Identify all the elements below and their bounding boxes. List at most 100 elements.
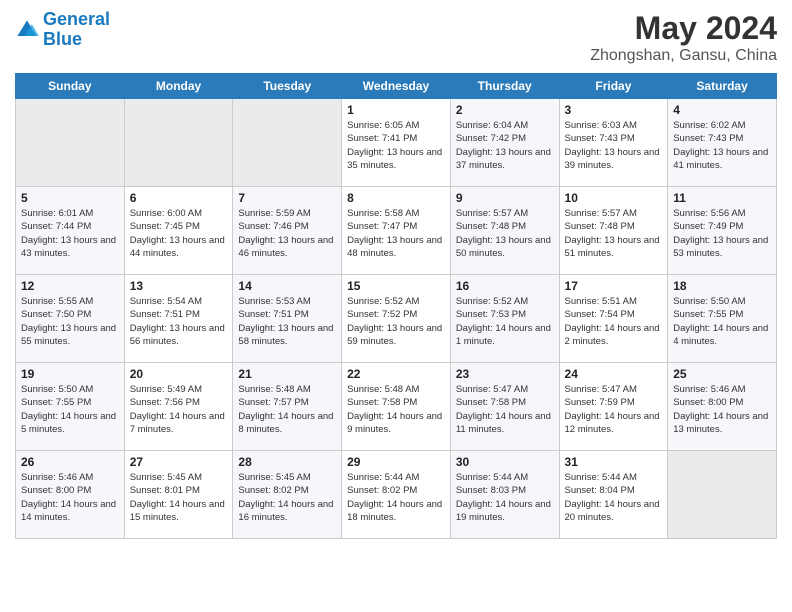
month-year: May 2024 [590, 10, 777, 47]
day-number: 14 [238, 279, 336, 293]
day-info: Sunrise: 5:50 AMSunset: 7:55 PMDaylight:… [673, 295, 771, 348]
calendar-cell: 23 Sunrise: 5:47 AMSunset: 7:58 PMDayligh… [450, 363, 559, 451]
day-number: 23 [456, 367, 554, 381]
day-number: 5 [21, 191, 119, 205]
day-info: Sunrise: 5:46 AMSunset: 8:00 PMDaylight:… [21, 471, 119, 524]
calendar-cell: 14 Sunrise: 5:53 AMSunset: 7:51 PMDayligh… [233, 275, 342, 363]
calendar-cell [233, 99, 342, 187]
day-info: Sunrise: 5:55 AMSunset: 7:50 PMDaylight:… [21, 295, 119, 348]
calendar-cell: 21Sunrise: 5:48 AMSunset: 7:57 PMDayligh… [233, 363, 342, 451]
calendar-cell [16, 99, 125, 187]
location: Zhongshan, Gansu, China [590, 47, 777, 65]
day-number: 7 [238, 191, 336, 205]
day-info: Sunrise: 5:54 AMSunset: 7:51 PMDaylight:… [130, 295, 228, 348]
col-wednesday: Wednesday [342, 74, 451, 99]
calendar-cell: 19 Sunrise: 5:50 AMSunset: 7:55 PMDayligh… [16, 363, 125, 451]
day-info: Sunrise: 5:44 AMSunset: 8:04 PMDaylight:… [565, 471, 663, 524]
day-number: 1 [347, 103, 445, 117]
day-info: Sunrise: 5:59 AMSunset: 7:46 PMDaylight:… [238, 207, 336, 260]
day-number: 20 [130, 367, 228, 381]
calendar-cell: 25 Sunrise: 5:46 AMSunset: 8:00 PMDayligh… [668, 363, 777, 451]
day-info: Sunrise: 6:00 AMSunset: 7:45 PMDaylight:… [130, 207, 228, 260]
calendar-cell: 3 Sunrise: 6:03 AMSunset: 7:43 PMDaylight… [559, 99, 668, 187]
day-number: 28 [238, 455, 336, 469]
calendar-cell: 26 Sunrise: 5:46 AMSunset: 8:00 PMDayligh… [16, 451, 125, 539]
day-number: 15 [347, 279, 445, 293]
day-number: 24 [565, 367, 663, 381]
day-info: Sunrise: 5:51 AMSunset: 7:54 PMDaylight:… [565, 295, 663, 348]
calendar-table: Sunday Monday Tuesday Wednesday Thursday… [15, 73, 777, 539]
calendar-cell: 31 Sunrise: 5:44 AMSunset: 8:04 PMDayligh… [559, 451, 668, 539]
day-info: Sunrise: 5:45 AMSunset: 8:02 PMDaylight:… [238, 471, 336, 524]
day-number: 29 [347, 455, 445, 469]
day-info: Sunrise: 5:57 AMSunset: 7:48 PMDaylight:… [565, 207, 663, 260]
day-info: Sunrise: 5:58 AMSunset: 7:47 PMDaylight:… [347, 207, 445, 260]
col-sunday: Sunday [16, 74, 125, 99]
calendar-cell: 8 Sunrise: 5:58 AMSunset: 7:47 PMDaylight… [342, 187, 451, 275]
calendar-week-2: 5 Sunrise: 6:01 AMSunset: 7:44 PMDaylight… [16, 187, 777, 275]
day-number: 12 [21, 279, 119, 293]
day-info: Sunrise: 5:57 AMSunset: 7:48 PMDaylight:… [456, 207, 554, 260]
day-number: 30 [456, 455, 554, 469]
calendar-week-5: 26 Sunrise: 5:46 AMSunset: 8:00 PMDayligh… [16, 451, 777, 539]
day-info: Sunrise: 5:44 AMSunset: 8:03 PMDaylight:… [456, 471, 554, 524]
calendar-cell: 18 Sunrise: 5:50 AMSunset: 7:55 PMDayligh… [668, 275, 777, 363]
day-info: Sunrise: 6:01 AMSunset: 7:44 PMDaylight:… [21, 207, 119, 260]
day-info: Sunrise: 6:05 AMSunset: 7:41 PMDaylight:… [347, 119, 445, 172]
calendar-cell: 28 Sunrise: 5:45 AMSunset: 8:02 PMDayligh… [233, 451, 342, 539]
day-number: 25 [673, 367, 771, 381]
calendar-cell: 10 Sunrise: 5:57 AMSunset: 7:48 PMDayligh… [559, 187, 668, 275]
calendar-cell: 13 Sunrise: 5:54 AMSunset: 7:51 PMDayligh… [124, 275, 233, 363]
calendar-cell: 6 Sunrise: 6:00 AMSunset: 7:45 PMDaylight… [124, 187, 233, 275]
calendar-cell: 7 Sunrise: 5:59 AMSunset: 7:46 PMDaylight… [233, 187, 342, 275]
day-number: 6 [130, 191, 228, 205]
day-number: 10 [565, 191, 663, 205]
day-info: Sunrise: 5:47 AMSunset: 7:58 PMDaylight:… [456, 383, 554, 436]
logo-text: General Blue [43, 10, 110, 50]
calendar-cell: 15 Sunrise: 5:52 AMSunset: 7:52 PMDayligh… [342, 275, 451, 363]
day-number: 2 [456, 103, 554, 117]
calendar-cell: 24 Sunrise: 5:47 AMSunset: 7:59 PMDayligh… [559, 363, 668, 451]
calendar-cell: 29 Sunrise: 5:44 AMSunset: 8:02 PMDayligh… [342, 451, 451, 539]
day-number: 11 [673, 191, 771, 205]
day-info: Sunrise: 5:46 AMSunset: 8:00 PMDaylight:… [673, 383, 771, 436]
col-tuesday: Tuesday [233, 74, 342, 99]
calendar-cell: 2 Sunrise: 6:04 AMSunset: 7:42 PMDaylight… [450, 99, 559, 187]
day-info: Sunrise: 6:04 AMSunset: 7:42 PMDaylight:… [456, 119, 554, 172]
day-number: 9 [456, 191, 554, 205]
day-number: 18 [673, 279, 771, 293]
title-block: May 2024 Zhongshan, Gansu, China [590, 10, 777, 65]
calendar-cell: 11 Sunrise: 5:56 AMSunset: 7:49 PMDayligh… [668, 187, 777, 275]
col-thursday: Thursday [450, 74, 559, 99]
logo-icon [15, 18, 39, 42]
day-number: 16 [456, 279, 554, 293]
day-number: 19 [21, 367, 119, 381]
calendar-cell: 9 Sunrise: 5:57 AMSunset: 7:48 PMDaylight… [450, 187, 559, 275]
day-info: Sunrise: 5:56 AMSunset: 7:49 PMDaylight:… [673, 207, 771, 260]
day-number: 21 [238, 367, 336, 381]
day-info: Sunrise: 6:03 AMSunset: 7:43 PMDaylight:… [565, 119, 663, 172]
calendar-cell: 22Sunrise: 5:48 AMSunset: 7:58 PMDayligh… [342, 363, 451, 451]
day-number: 26 [21, 455, 119, 469]
day-number: 31 [565, 455, 663, 469]
day-info: Sunrise: 6:02 AMSunset: 7:43 PMDaylight:… [673, 119, 771, 172]
day-info: Sunrise: 5:44 AMSunset: 8:02 PMDaylight:… [347, 471, 445, 524]
calendar-week-1: 1 Sunrise: 6:05 AMSunset: 7:41 PMDaylight… [16, 99, 777, 187]
calendar-cell [124, 99, 233, 187]
calendar-cell: 4Sunrise: 6:02 AMSunset: 7:43 PMDaylight… [668, 99, 777, 187]
day-info: Sunrise: 5:50 AMSunset: 7:55 PMDaylight:… [21, 383, 119, 436]
day-number: 3 [565, 103, 663, 117]
calendar-cell: 30 Sunrise: 5:44 AMSunset: 8:03 PMDayligh… [450, 451, 559, 539]
col-friday: Friday [559, 74, 668, 99]
calendar-week-4: 19 Sunrise: 5:50 AMSunset: 7:55 PMDayligh… [16, 363, 777, 451]
header-row: Sunday Monday Tuesday Wednesday Thursday… [16, 74, 777, 99]
calendar-week-3: 12 Sunrise: 5:55 AMSunset: 7:50 PMDayligh… [16, 275, 777, 363]
calendar-cell [668, 451, 777, 539]
calendar-cell: 20Sunrise: 5:49 AMSunset: 7:56 PMDayligh… [124, 363, 233, 451]
day-info: Sunrise: 5:52 AMSunset: 7:52 PMDaylight:… [347, 295, 445, 348]
day-info: Sunrise: 5:53 AMSunset: 7:51 PMDaylight:… [238, 295, 336, 348]
day-number: 8 [347, 191, 445, 205]
day-number: 13 [130, 279, 228, 293]
col-saturday: Saturday [668, 74, 777, 99]
day-info: Sunrise: 5:47 AMSunset: 7:59 PMDaylight:… [565, 383, 663, 436]
